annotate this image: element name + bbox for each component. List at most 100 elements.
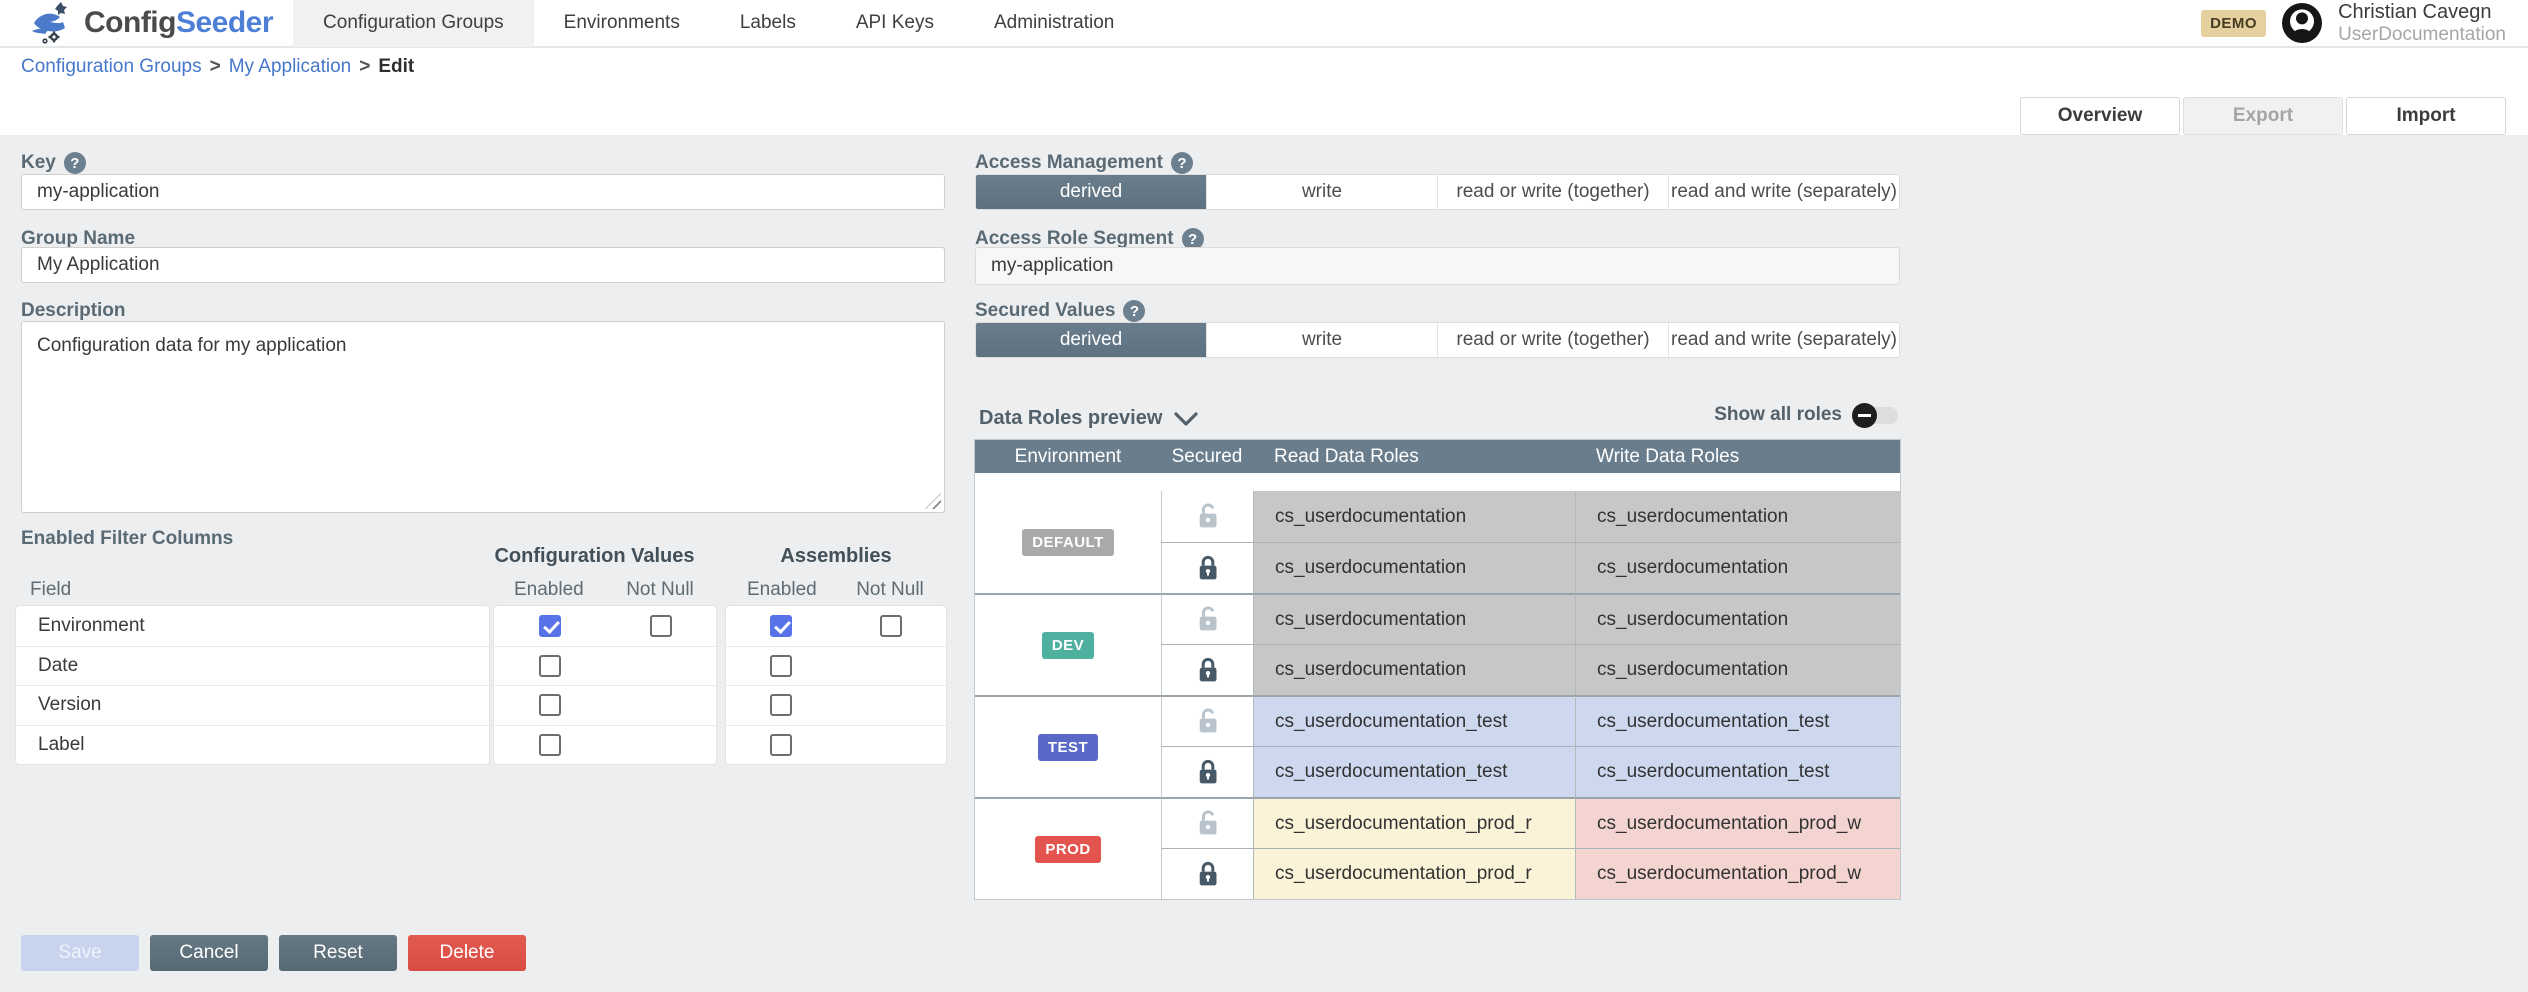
secured-values-label-text: Secured Values [975,300,1115,322]
environment-cell-dev: DEV [975,593,1161,695]
environment-badge-dev: DEV [1042,632,1094,659]
as-enabled-header: Enabled [747,579,815,601]
key-label-text: Key [21,152,56,174]
cv-label-enabled-checkbox[interactable] [539,734,561,756]
data-roles-preview-title[interactable]: Data Roles preview [979,407,1198,430]
column-header-secured: Secured [1161,440,1253,473]
main-nav: Configuration Groups Environments Labels… [293,0,1144,47]
configuration-values-header: Configuration Values [473,545,716,568]
secured-values-segmented: derived write read or write (together) r… [975,322,1900,358]
environment-cell-prod: PROD [975,797,1161,899]
nav-administration[interactable]: Administration [964,0,1144,47]
as-version-enabled-checkbox[interactable] [770,694,792,716]
lock-open-icon [1194,808,1222,839]
cv-environment-enabled-checkbox[interactable] [539,615,561,637]
cv-row-version [494,685,716,725]
read-role-cell: cs_userdocumentation_test [1253,695,1575,746]
write-role-cell: cs_userdocumentation [1575,542,1900,593]
am-option-read-or-write[interactable]: read or write (together) [1437,175,1668,209]
enabled-filter-columns-title-text: Enabled Filter Columns [21,528,233,550]
description-label: Description [21,300,126,322]
edit-form-content: Key Group Name Description Configuration… [0,135,2528,992]
filter-row-date: Date [16,646,489,686]
write-role-cell: cs_userdocumentation_prod_w [1575,797,1900,848]
as-environment-not-null-checkbox[interactable] [880,615,902,637]
save-button[interactable]: Save [21,935,139,971]
secured-cell-unlocked [1161,797,1253,848]
write-role-cell: cs_userdocumentation_prod_w [1575,848,1900,899]
secured-cell-unlocked [1161,491,1253,542]
as-date-enabled-checkbox[interactable] [770,655,792,677]
environment-badge-prod: PROD [1035,836,1100,863]
lock-open-icon [1194,604,1222,635]
key-input[interactable] [21,174,945,210]
show-all-roles-label: Show all roles [1714,404,1842,426]
sv-option-read-and-write[interactable]: read and write (separately) [1668,323,1899,357]
nav-environments[interactable]: Environments [534,0,710,47]
nav-configuration-groups[interactable]: Configuration Groups [293,0,534,47]
delete-button[interactable]: Delete [408,935,526,971]
sv-option-derived[interactable]: derived [976,323,1206,357]
read-role-cell: cs_userdocumentation [1253,491,1575,542]
as-row-label [726,725,946,765]
column-header-write-data-roles: Write Data Roles [1575,440,1900,473]
app-logo[interactable]: ConfigSeeder [0,0,273,47]
description-label-text: Description [21,300,126,322]
access-management-help-icon[interactable] [1171,152,1193,174]
field-column-header: Field [30,579,71,601]
cancel-button[interactable]: Cancel [150,935,268,971]
breadcrumb: Configuration Groups > My Application > … [0,50,2528,83]
access-role-segment-input[interactable] [975,247,1900,285]
access-management-label: Access Management [975,152,1193,174]
write-role-cell: cs_userdocumentation [1575,491,1900,542]
breadcrumb-current-edit: Edit [378,56,414,78]
sv-option-read-or-write[interactable]: read or write (together) [1437,323,1668,357]
am-option-derived[interactable]: derived [976,175,1206,209]
secured-values-help-icon[interactable] [1123,300,1145,322]
lock-open-icon [1194,706,1222,737]
group-name-input[interactable] [21,247,945,283]
reset-button[interactable]: Reset [279,935,397,971]
cv-enabled-header: Enabled [514,579,582,601]
user-avatar-icon[interactable] [2282,3,2322,43]
secured-cell-locked [1161,644,1253,695]
filter-row-version: Version [16,685,489,725]
show-all-roles-toggle[interactable] [1852,403,1900,427]
configseeder-app: ConfigSeeder Configuration Groups Enviro… [0,0,2528,992]
key-help-icon[interactable] [64,152,86,174]
am-option-read-and-write[interactable]: read and write (separately) [1668,175,1899,209]
as-label-enabled-checkbox[interactable] [770,734,792,756]
export-button[interactable]: Export [2183,97,2343,135]
sv-option-write[interactable]: write [1206,323,1437,357]
as-environment-enabled-checkbox[interactable] [770,615,792,637]
cv-not-null-header: Not Null [622,579,698,601]
user-name: Christian Cavegn [2338,1,2506,24]
as-row-date [726,646,946,686]
cv-environment-not-null-checkbox[interactable] [650,615,672,637]
breadcrumb-my-application[interactable]: My Application [229,56,352,78]
user-info[interactable]: Christian Cavegn UserDocumentation [2338,1,2506,46]
lock-closed-icon [1194,553,1222,584]
nav-labels[interactable]: Labels [710,0,826,47]
environment-badge-test: TEST [1038,734,1098,761]
breadcrumb-configuration-groups[interactable]: Configuration Groups [21,56,202,78]
filter-fields-panel: Environment Date Version Label [16,606,489,764]
textarea-resize-handle[interactable] [925,493,941,509]
overview-button[interactable]: Overview [2020,97,2180,135]
key-label: Key [21,152,86,174]
cv-date-enabled-checkbox[interactable] [539,655,561,677]
toolbar-buttons: Overview Export Import [2020,97,2506,135]
read-role-cell: cs_userdocumentation_test [1253,746,1575,797]
cv-row-environment [494,606,716,646]
lock-closed-icon [1194,655,1222,686]
configseeder-logo-icon [30,1,74,45]
enabled-filter-columns-title: Enabled Filter Columns [21,528,233,550]
read-role-cell: cs_userdocumentation_prod_r [1253,848,1575,899]
import-button[interactable]: Import [2346,97,2506,135]
description-textarea[interactable]: Configuration data for my application [21,321,945,513]
am-option-write[interactable]: write [1206,175,1437,209]
top-header: ConfigSeeder Configuration Groups Enviro… [0,0,2528,48]
secured-cell-locked [1161,542,1253,593]
nav-api-keys[interactable]: API Keys [826,0,964,47]
cv-version-enabled-checkbox[interactable] [539,694,561,716]
